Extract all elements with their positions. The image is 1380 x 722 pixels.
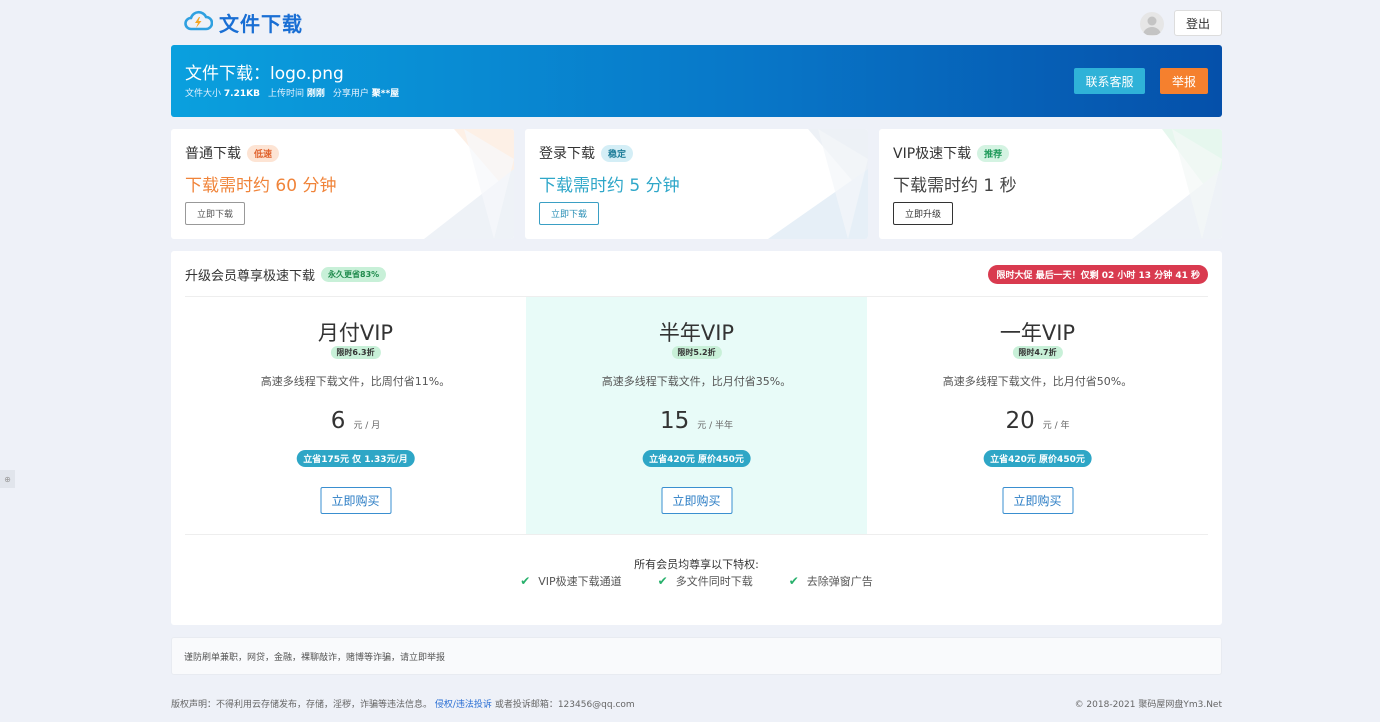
buy-yearly-button[interactable]: 立即购买 — [1002, 487, 1073, 514]
complaint-link[interactable]: 侵权/违法投诉 — [435, 700, 492, 710]
card-time: 下载需时约 1 秒 — [893, 176, 1017, 196]
card-name: 登录下载 — [539, 146, 595, 162]
normal-download-button[interactable]: 立即下载 — [185, 202, 246, 225]
upgrade-button[interactable]: 立即升级 — [893, 202, 954, 225]
card-badge: 低速 — [247, 144, 280, 162]
vip-heading-text: 升级会员尊享极速下载 — [185, 269, 316, 284]
vip-heading-badge: 永久更省83% — [321, 267, 387, 282]
file-banner: 文件下载：logo.png 文件大小 7.21KB 上传时间 刚刚 分享用户 聚… — [171, 45, 1222, 117]
footer-disclaimer: 版权声明：不得利用云存储发布，存储，淫秽，诈骗等违法信息。 侵权/违法投诉 或者… — [171, 697, 635, 710]
plan-discount-badge: 限时4.7折 — [1012, 346, 1063, 359]
plan-name: 半年VIP — [658, 321, 735, 345]
plan-savings-badge: 立省420元 原价450元 — [642, 450, 751, 467]
card-time: 下载需时约 60 分钟 — [185, 176, 337, 196]
plan-yearly: 一年VIP 限时4.7折 高速多线程下载文件，比月付省50%。 20 元 / 年… — [867, 297, 1208, 535]
price-unit: 元 / 年 — [1042, 421, 1070, 431]
vip-heading: 升级会员尊享极速下载 永久更省83% — [185, 265, 387, 284]
divider — [185, 534, 1208, 535]
user-avatar[interactable] — [1140, 12, 1164, 36]
perk-label: VIP极速下载通道 — [538, 575, 622, 588]
logout-button[interactable]: 登出 — [1174, 10, 1222, 36]
plan-monthly: 月付VIP 限时6.3折 高速多线程下载文件，比周付省11%。 6 元 / 月 … — [185, 297, 526, 535]
check-icon: ✔ — [520, 574, 531, 588]
plan-price: 15 元 / 半年 — [526, 408, 867, 434]
plan-price: 20 元 / 年 — [867, 408, 1208, 434]
user-label: 分享用户 — [332, 89, 369, 99]
perks-list: ✔ VIP极速下载通道 ✔ 多文件同时下载 ✔ 去除弹窗广告 — [171, 573, 1222, 589]
perk-label: 去除弹窗广告 — [806, 575, 873, 588]
promo-countdown-badge: 限时大促 最后一天！仅剩 02 小时 13 分钟 41 秒 — [988, 265, 1208, 284]
report-button[interactable]: 举报 — [1160, 68, 1208, 94]
price-number: 15 — [659, 408, 690, 434]
plan-name: 月付VIP — [317, 321, 394, 345]
card-decoration — [424, 129, 514, 239]
file-name: logo.png — [270, 64, 344, 84]
card-decoration — [768, 129, 868, 239]
card-badge: 稳定 — [601, 144, 634, 162]
plan-discount-badge: 限时6.3折 — [330, 346, 381, 359]
card-time: 下载需时约 5 分钟 — [539, 176, 680, 196]
footer-text: 版权声明：不得利用云存储发布，存储，淫秽，诈骗等违法信息。 — [171, 700, 433, 710]
logo-text: 文件下载 — [219, 12, 303, 36]
check-icon: ✔ — [788, 574, 799, 588]
perk-item: ✔ 多文件同时下载 — [658, 573, 753, 589]
user-icon — [1143, 16, 1161, 35]
perk-item: ✔ VIP极速下载通道 — [520, 573, 621, 589]
cloud-download-icon — [183, 10, 214, 36]
size-value: 7.21KB — [223, 89, 260, 99]
perk-item: ✔ 去除弹窗广告 — [789, 573, 873, 589]
login-download-button[interactable]: 立即下载 — [539, 202, 600, 225]
fraud-notice: 谨防刷单兼职，网贷，金融，裸聊敲诈，赌博等诈骗，请立即举报 — [171, 637, 1222, 675]
vip-plans: 月付VIP 限时6.3折 高速多线程下载文件，比周付省11%。 6 元 / 月 … — [185, 296, 1208, 535]
perk-label: 多文件同时下载 — [675, 575, 753, 588]
download-card-vip: VIP极速下载 推荐 下载需时约 1 秒 立即升级 — [879, 129, 1222, 239]
price-unit: 元 / 半年 — [697, 421, 734, 431]
plan-savings-badge: 立省420元 原价450元 — [983, 450, 1092, 467]
file-meta: 文件大小 7.21KB 上传时间 刚刚 分享用户 聚**屋 — [185, 86, 399, 99]
plan-description: 高速多线程下载文件，比月付省50%。 — [942, 375, 1133, 388]
plan-price: 6 元 / 月 — [185, 408, 526, 434]
plan-name: 一年VIP — [999, 321, 1076, 345]
card-decoration — [1132, 129, 1222, 239]
card-name: VIP极速下载 — [893, 146, 972, 162]
price-number: 20 — [1005, 408, 1035, 434]
card-badge: 推荐 — [977, 144, 1010, 162]
buy-half-year-button[interactable]: 立即购买 — [661, 487, 732, 514]
site-logo[interactable]: 文件下载 — [183, 8, 303, 37]
user-value: 聚**屋 — [371, 89, 400, 99]
check-icon: ✔ — [657, 574, 668, 588]
plan-description: 高速多线程下载文件，比周付省11%。 — [260, 375, 451, 388]
upload-label: 上传时间 — [267, 89, 304, 99]
plan-half-year: 半年VIP 限时5.2折 高速多线程下载文件，比月付省35%。 15 元 / 半… — [526, 297, 867, 535]
file-title-prefix: 文件下载： — [185, 64, 270, 84]
download-card-login: 登录下载 稳定 下载需时约 5 分钟 立即下载 — [525, 129, 868, 239]
footer-copyright: © 2018-2021 聚码屋网盘Ym3.Net — [1074, 700, 1222, 710]
footer-email: 或者投诉邮箱：123456@qq.com — [494, 700, 635, 710]
vip-panel: 升级会员尊享极速下载 永久更省83% 限时大促 最后一天！仅剩 02 小时 13… — [171, 251, 1222, 625]
price-unit: 元 / 月 — [353, 421, 381, 431]
buy-monthly-button[interactable]: 立即购买 — [320, 487, 391, 514]
upload-value: 刚刚 — [306, 89, 325, 99]
side-float-tab[interactable]: ⊕ — [0, 470, 15, 488]
price-number: 6 — [330, 408, 346, 434]
perks-title: 所有会员均尊享以下特权: — [634, 558, 759, 571]
top-bar: 文件下载 登出 — [171, 0, 1222, 45]
size-label: 文件大小 — [185, 89, 222, 99]
plan-discount-badge: 限时5.2折 — [671, 346, 722, 359]
plan-savings-badge: 立省175元 仅 1.33元/月 — [296, 450, 415, 467]
download-card-normal: 普通下载 低速 下载需时约 60 分钟 立即下载 — [171, 129, 514, 239]
contact-service-button[interactable]: 联系客服 — [1074, 68, 1145, 94]
plan-description: 高速多线程下载文件，比月付省35%。 — [601, 375, 792, 388]
file-title: 文件下载：logo.png — [185, 59, 344, 84]
card-name: 普通下载 — [185, 146, 241, 162]
